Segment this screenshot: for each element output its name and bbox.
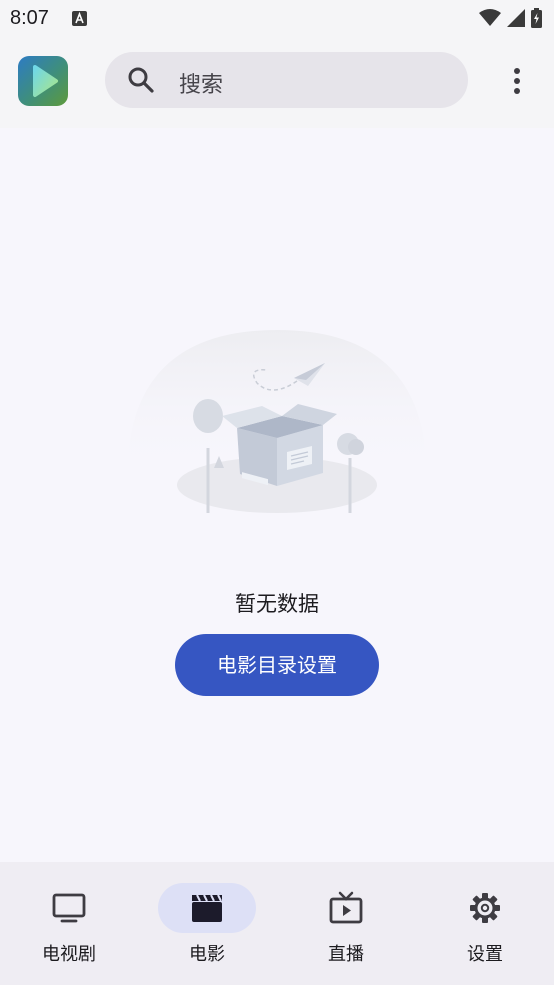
- play-logo-icon: [33, 65, 58, 97]
- cellular-signal-icon: [507, 9, 525, 27]
- live-tv-icon: [329, 891, 363, 924]
- status-time: 8:07: [10, 7, 49, 29]
- nav-item-tv-series[interactable]: 电视剧: [0, 862, 138, 985]
- empty-state-message: 暂无数据: [235, 592, 319, 616]
- nav-label-tv-series: 电视剧: [42, 944, 96, 965]
- more-options-icon[interactable]: [502, 66, 532, 96]
- search-input[interactable]: 搜索: [179, 67, 223, 99]
- movie-catalog-settings-button[interactable]: 电影目录设置: [175, 634, 379, 696]
- wifi-icon: [479, 9, 501, 26]
- nav-label-live: 直播: [328, 944, 364, 965]
- empty-box-illustration: [127, 330, 427, 513]
- app-logo[interactable]: [18, 56, 68, 106]
- nav-item-live[interactable]: 直播: [277, 862, 415, 985]
- tv-icon: [52, 893, 86, 923]
- gear-icon: [470, 893, 500, 923]
- search-icon: [128, 67, 154, 93]
- search-bar[interactable]: 搜索: [105, 52, 468, 108]
- status-icons: [479, 8, 542, 28]
- clapperboard-icon: [192, 894, 222, 922]
- movie-content-area: 暂无数据 电影目录设置: [0, 128, 554, 862]
- nav-label-settings: 设置: [467, 944, 503, 965]
- status-bar: 8:07: [0, 0, 554, 38]
- bottom-navigation: 电视剧 电影 直播 设置: [0, 862, 554, 985]
- nav-item-movies[interactable]: 电影: [138, 862, 276, 985]
- battery-charging-icon: [531, 8, 542, 28]
- nav-item-settings[interactable]: 设置: [416, 862, 554, 985]
- notification-a-icon: [72, 11, 87, 26]
- top-app-bar: 搜索: [0, 38, 554, 128]
- nav-label-movies: 电影: [189, 944, 225, 965]
